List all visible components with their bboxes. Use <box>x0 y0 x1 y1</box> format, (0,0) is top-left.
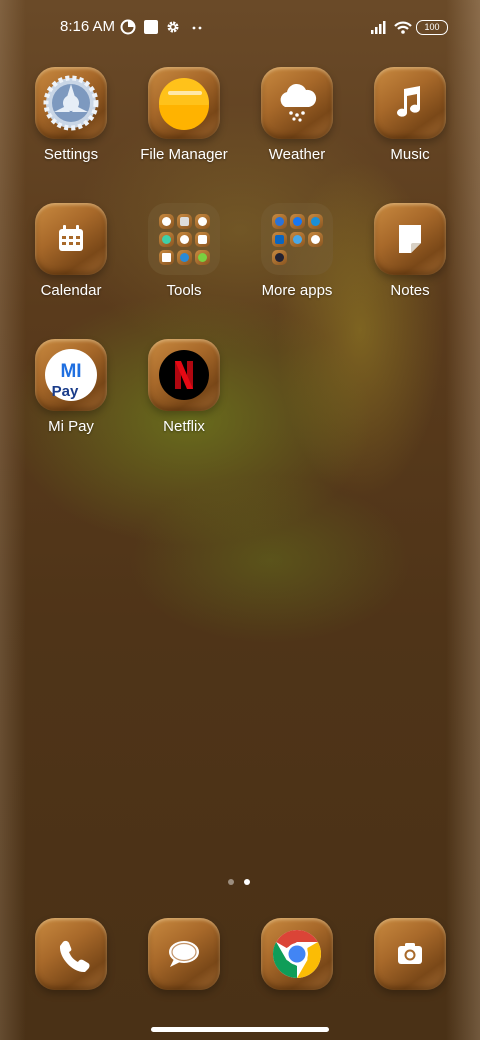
app-label: Netflix <box>163 418 205 435</box>
camera-icon <box>398 943 422 964</box>
app-label: Settings <box>43 146 99 163</box>
app-label: Notes <box>390 282 430 299</box>
gmail-mini-icon <box>159 250 174 265</box>
contacts-mini-icon <box>159 214 174 229</box>
app-label: File Manager <box>140 146 228 163</box>
camera-app-tile[interactable] <box>374 918 446 990</box>
app-label: Calendar <box>40 282 102 299</box>
mi-pay-app-tile[interactable]: MI Pay <box>35 339 107 411</box>
svg-text:Pay: Pay <box>52 383 79 400</box>
recorder-mini-icon <box>177 232 192 247</box>
wifi-icon <box>393 19 413 35</box>
status-bar: 8:16 AM 100 <box>0 16 480 40</box>
app-weather[interactable]: Weather <box>242 67 352 187</box>
security-mini-icon <box>159 232 174 247</box>
app-label: Music <box>390 146 430 163</box>
facebook-mini-icon <box>290 214 305 229</box>
weather-app-tile[interactable] <box>261 67 333 139</box>
app-music[interactable]: Music <box>355 67 465 187</box>
app-settings[interactable]: Settings <box>16 67 126 187</box>
phone-icon <box>59 940 90 973</box>
notes-mini-icon <box>177 214 192 229</box>
dock-phone[interactable] <box>16 918 126 992</box>
photos-mini-icon <box>290 232 305 247</box>
store-mini-icon <box>272 214 287 229</box>
dock-chrome[interactable] <box>242 918 352 992</box>
signal-icon <box>370 19 388 35</box>
more-dots-icon <box>190 19 206 35</box>
note-icon <box>399 225 421 253</box>
green-app-mini-icon <box>195 250 210 265</box>
dark-app-mini-icon <box>272 250 287 265</box>
settings-app-tile[interactable] <box>35 67 107 139</box>
music-app-tile[interactable] <box>374 67 446 139</box>
app-calendar[interactable]: Calendar <box>16 203 126 323</box>
chrome-app-tile[interactable] <box>261 918 333 990</box>
calendar-icon <box>59 225 83 251</box>
app-label: Tools <box>166 282 202 299</box>
dock-messages[interactable] <box>129 918 239 992</box>
gear-icon <box>165 19 181 35</box>
gesture-home-bar[interactable] <box>151 1027 329 1032</box>
settings-gear-icon <box>43 75 99 131</box>
mi-pay-logo-icon: MI Pay <box>45 349 97 401</box>
mi-remote-mini-icon <box>177 250 192 265</box>
square-notification-icon <box>143 19 159 35</box>
app-netflix[interactable]: Netflix <box>129 339 239 459</box>
status-time: 8:16 AM <box>60 18 116 35</box>
netflix-app-tile[interactable] <box>148 339 220 411</box>
folder-icon <box>159 78 209 130</box>
file-manager-app-tile[interactable] <box>148 67 220 139</box>
message-bubble-icon <box>169 941 199 967</box>
notes-app-tile[interactable] <box>374 203 446 275</box>
app-label: Weather <box>268 146 326 163</box>
linkedin-mini-icon <box>272 232 287 247</box>
blue-app-mini-icon <box>308 214 323 229</box>
netflix-logo-icon <box>159 350 209 400</box>
app-notes[interactable]: Notes <box>355 203 465 323</box>
messages-app-tile[interactable] <box>148 918 220 990</box>
folder-tools[interactable]: Tools <box>129 203 239 323</box>
tools-folder-tile[interactable] <box>148 203 220 275</box>
battery-indicator: 100 <box>416 20 448 35</box>
music-note-icon <box>397 86 420 117</box>
dock-camera[interactable] <box>355 918 465 992</box>
more-apps-folder-tile[interactable] <box>261 203 333 275</box>
calendar-app-tile[interactable] <box>35 203 107 275</box>
app-file-manager[interactable]: File Manager <box>129 67 239 187</box>
app-label: More apps <box>261 282 333 299</box>
page-dot-1[interactable] <box>228 879 234 885</box>
app-label: Mi Pay <box>48 418 94 435</box>
data-saver-icon <box>120 19 136 35</box>
clock-mini-icon <box>195 214 210 229</box>
svg-text:MI: MI <box>60 361 81 382</box>
page-indicator <box>228 879 258 887</box>
cloud-snow-icon <box>280 83 317 122</box>
app-mi-pay[interactable]: MI Pay Mi Pay <box>16 339 126 459</box>
page-dot-2-active[interactable] <box>244 879 250 885</box>
chrome-logo-icon <box>272 930 322 978</box>
phone-app-tile[interactable] <box>35 918 107 990</box>
browser-mini-icon <box>308 232 323 247</box>
folder-more-apps[interactable]: More apps <box>242 203 352 323</box>
video-mini-icon <box>195 232 210 247</box>
